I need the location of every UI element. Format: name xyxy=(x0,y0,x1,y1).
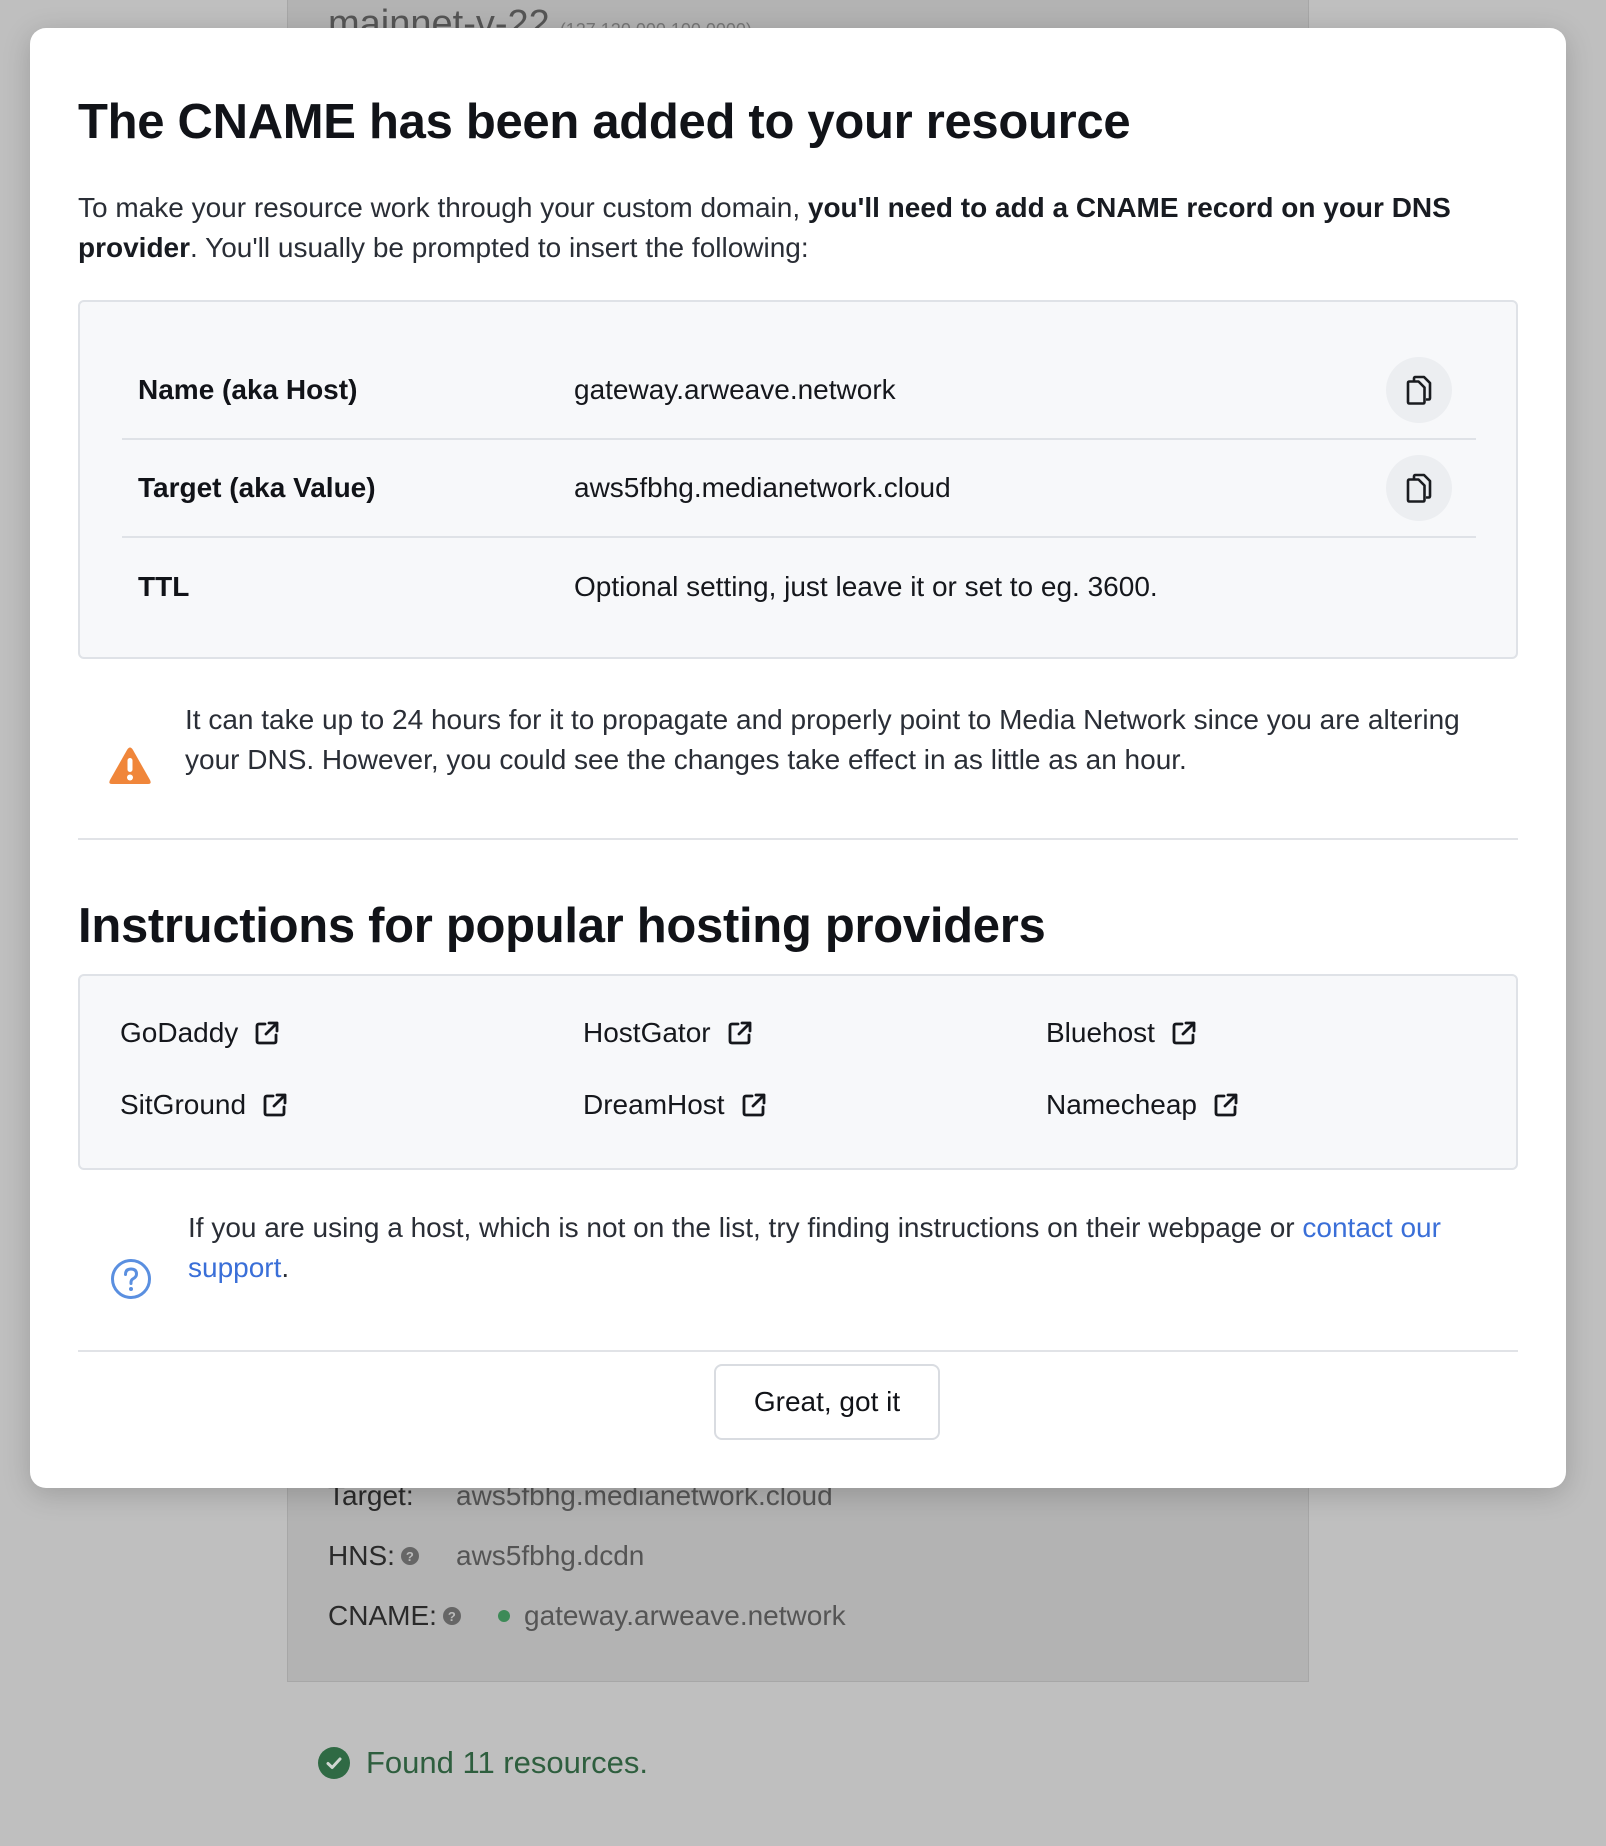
dns-row-name: Name (aka Host) gateway.arweave.network xyxy=(122,342,1476,440)
providers-list: GoDaddy HostGator Bluehost SitGround Dre… xyxy=(78,974,1518,1170)
external-link-icon xyxy=(1172,1021,1196,1045)
dns-record-table: Name (aka Host) gateway.arweave.network … xyxy=(78,300,1518,659)
copy-target-button[interactable] xyxy=(1386,455,1452,521)
intro-text: To make your resource work through your … xyxy=(78,192,1451,263)
question-icon[interactable]: ? xyxy=(400,1547,419,1565)
provider-link-dreamhost[interactable]: DreamHost xyxy=(583,1089,767,1121)
detail-row-cname: CNAME: ? gateway.arweave.network xyxy=(328,1586,846,1646)
dns-value: gateway.arweave.network xyxy=(574,374,896,405)
propagation-warning: It can take up to 24 hours for it to pro… xyxy=(78,700,1518,840)
external-link-icon xyxy=(255,1021,279,1045)
provider-link-hostgator[interactable]: HostGator xyxy=(583,1017,753,1049)
detail-value: gateway.arweave.network xyxy=(524,1600,846,1631)
provider-link-namecheap[interactable]: Namecheap xyxy=(1046,1089,1239,1121)
question-icon[interactable]: ? xyxy=(442,1607,461,1625)
question-circle-icon xyxy=(111,1259,151,1299)
external-link-icon xyxy=(1214,1093,1238,1117)
provider-link-godaddy[interactable]: GoDaddy xyxy=(120,1017,280,1049)
found-resources-text: Found 11 resources. xyxy=(366,1745,649,1780)
found-resources-status: Found 11 resources. xyxy=(318,1745,648,1781)
modal-title: The CNAME has been added to your resourc… xyxy=(78,95,1131,149)
providers-title: Instructions for popular hosting provide… xyxy=(78,899,1046,953)
support-help: If you are using a host, which is not on… xyxy=(78,1208,1518,1352)
cname-added-modal: The CNAME has been added to your resourc… xyxy=(30,28,1566,1488)
provider-link-bluehost[interactable]: Bluehost xyxy=(1046,1017,1197,1049)
resource-details: Target: aws5fbhg.medianetwork.cloud HNS:… xyxy=(328,1466,846,1646)
detail-key: HNS: xyxy=(328,1540,395,1571)
check-circle-icon xyxy=(318,1747,350,1779)
external-link-icon xyxy=(728,1021,752,1045)
copy-name-button[interactable] xyxy=(1386,357,1452,423)
warning-text: It can take up to 24 hours for it to pro… xyxy=(185,704,1460,775)
dns-key: TTL xyxy=(138,571,190,602)
warning-triangle-icon xyxy=(109,747,151,784)
dns-key: Target (aka Value) xyxy=(138,472,376,503)
external-link-icon xyxy=(263,1093,287,1117)
dns-value: aws5fbhg.medianetwork.cloud xyxy=(574,472,951,503)
detail-row-hns: HNS: ? aws5fbhg.dcdn xyxy=(328,1526,846,1586)
dns-key: Name (aka Host) xyxy=(138,374,358,405)
help-text: If you are using a host, which is not on… xyxy=(188,1212,1441,1283)
detail-value: aws5fbhg.dcdn xyxy=(456,1540,645,1571)
copy-icon xyxy=(1406,375,1432,405)
great-got-it-button[interactable]: Great, got it xyxy=(714,1364,940,1440)
detail-key: CNAME: xyxy=(328,1600,437,1631)
status-dot-icon xyxy=(498,1610,510,1622)
provider-link-sitground[interactable]: SitGround xyxy=(120,1089,288,1121)
dns-row-ttl: TTL Optional setting, just leave it or s… xyxy=(122,538,1476,636)
dns-row-target: Target (aka Value) aws5fbhg.medianetwork… xyxy=(122,440,1476,538)
copy-icon xyxy=(1406,473,1432,503)
external-link-icon xyxy=(742,1093,765,1117)
dns-value: Optional setting, just leave it or set t… xyxy=(574,571,1158,602)
